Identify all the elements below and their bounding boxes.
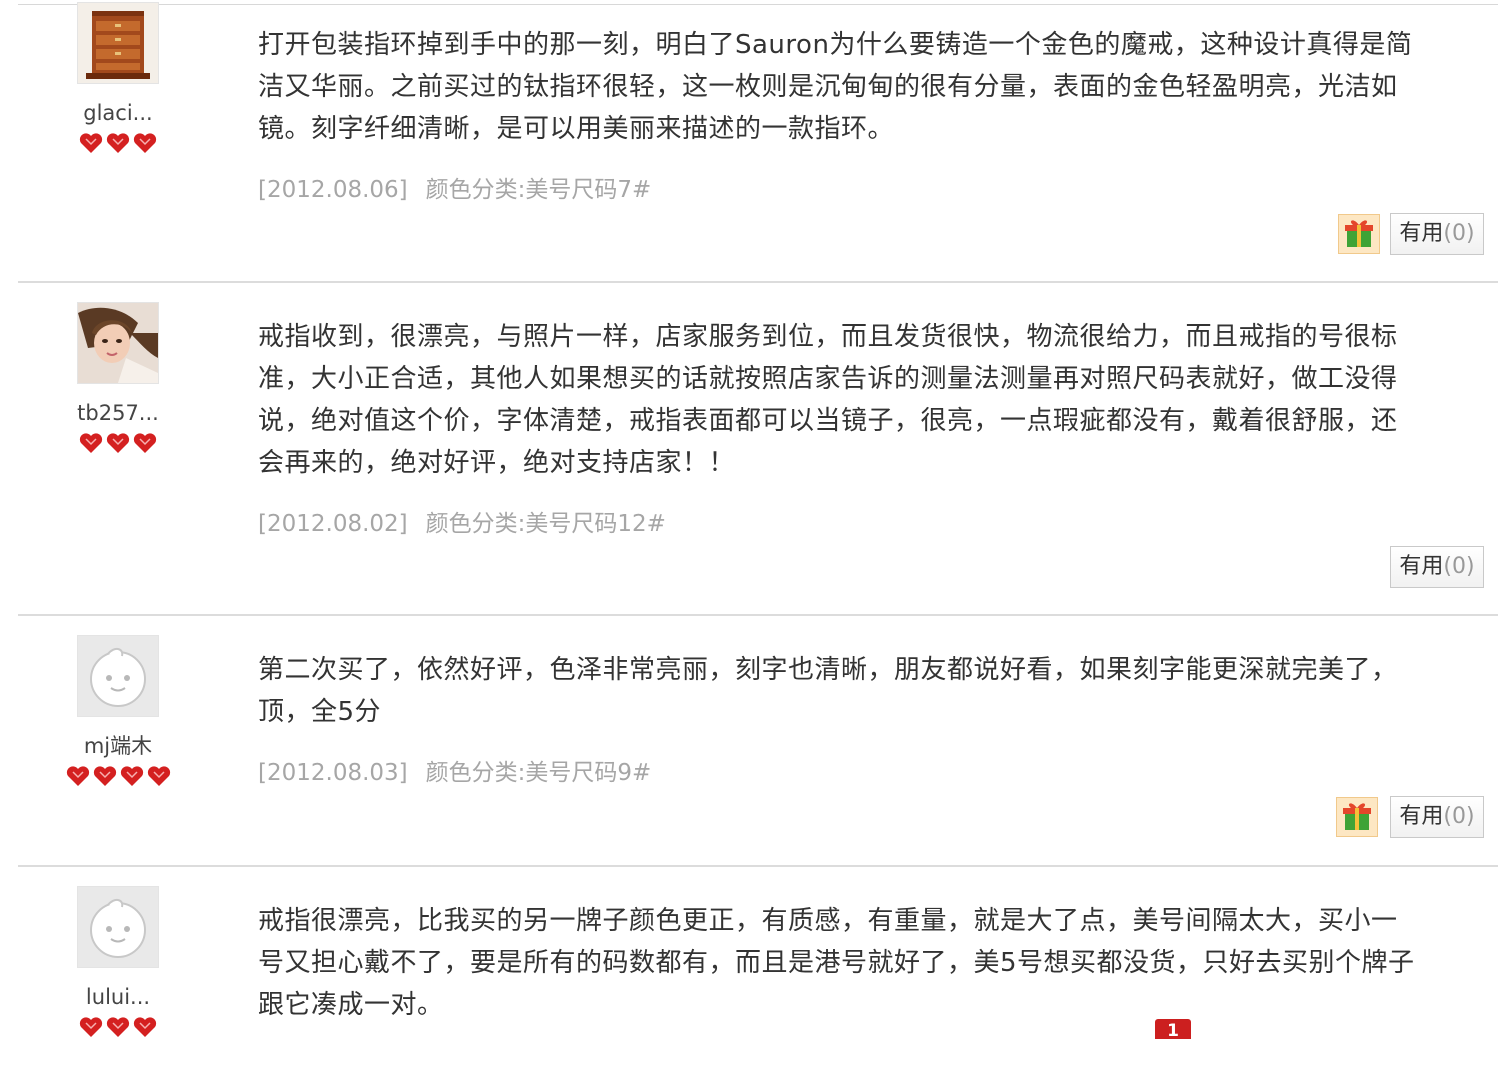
useful-button[interactable]: 有用(0) (1390, 546, 1484, 588)
sku-info: 颜色分类:美号尺码7# (425, 177, 652, 203)
useful-count: (0) (1443, 804, 1475, 829)
review-item: tb257... 戒指收到，很漂亮，与照片一样，店家服务到位，而且发货很快，物流… (18, 281, 1498, 616)
review-date: [2012.08.03] (258, 760, 408, 786)
useful-button[interactable]: 有用(0) (1390, 796, 1484, 838)
heart-icon (106, 433, 130, 453)
gift-box-icon (1345, 220, 1373, 247)
heart-icon (133, 433, 157, 453)
review-meta: [2012.08.03] 颜色分类:美号尺码9# (258, 753, 1418, 787)
gift-icon[interactable] (1338, 214, 1380, 254)
avatar[interactable] (77, 886, 159, 968)
review-text: 打开包装指环掉到手中的那一刻，明白了Sauron为什么要铸造一个金色的魔戒，这种… (258, 30, 1413, 144)
page-number-badge[interactable]: 1 (1155, 1019, 1191, 1039)
heart-icon (133, 1017, 157, 1037)
reviewer-info: tb257... (58, 302, 178, 456)
review-item: mj端木 第二次买了，依然好评，色泽非常亮丽，刻字也清晰，朋友都说好看，如果刻字… (18, 614, 1498, 867)
heart-icon (79, 133, 103, 153)
reviewer-info: mj端木 (58, 635, 178, 789)
heart-icon (79, 433, 103, 453)
useful-label: 有用 (1399, 221, 1444, 246)
reputation-hearts (58, 132, 178, 156)
reviewer-info: lului... (58, 886, 178, 1040)
review-content: 戒指很漂亮，比我买的另一牌子颜色更正，有质感，有重量，就是大了点，美号间隔太大，… (258, 900, 1418, 1026)
review-meta: [2012.08.02] 颜色分类:美号尺码12# (258, 504, 1418, 538)
default-face-avatar-icon (78, 887, 158, 967)
heart-icon (133, 133, 157, 153)
useful-count: (0) (1443, 554, 1475, 579)
username[interactable]: mj端木 (58, 735, 178, 757)
review-date: [2012.08.06] (258, 177, 408, 203)
reputation-hearts (58, 765, 178, 789)
gift-box-icon (1343, 803, 1371, 830)
avatar[interactable] (77, 302, 159, 384)
heart-icon (120, 766, 143, 786)
review-content: 打开包装指环掉到手中的那一刻，明白了Sauron为什么要铸造一个金色的魔戒，这种… (258, 24, 1418, 204)
default-face-avatar-icon (78, 636, 158, 716)
review-meta: [2012.08.06] 颜色分类:美号尺码7# (258, 170, 1418, 204)
heart-icon (66, 766, 89, 786)
review-item: glaci... 打开包装指环掉到手中的那一刻，明白了Sauron为什么要铸造一… (18, 0, 1498, 283)
review-text: 第二次买了，依然好评，色泽非常亮丽，刻字也清晰，朋友都说好看，如果刻字能更深就完… (258, 655, 1398, 727)
gift-icon[interactable] (1336, 797, 1378, 837)
heart-icon (106, 133, 130, 153)
useful-button[interactable]: 有用(0) (1390, 213, 1484, 255)
sku-info: 颜色分类:美号尺码9# (425, 760, 652, 786)
reviewer-info: glaci... (58, 2, 178, 156)
review-date: [2012.08.02] (258, 511, 408, 537)
heart-icon (106, 1017, 130, 1037)
reputation-hearts (58, 432, 178, 456)
useful-count: (0) (1443, 221, 1475, 246)
username[interactable]: tb257... (58, 402, 178, 424)
wooden-box-avatar-icon (78, 3, 158, 83)
review-content: 第二次买了，依然好评，色泽非常亮丽，刻字也清晰，朋友都说好看，如果刻字能更深就完… (258, 649, 1418, 787)
avatar[interactable] (77, 2, 159, 84)
username[interactable]: lului... (58, 986, 178, 1008)
avatar[interactable] (77, 635, 159, 717)
heart-icon (93, 766, 116, 786)
review-text: 戒指很漂亮，比我买的另一牌子颜色更正，有质感，有重量，就是大了点，美号间隔太大，… (258, 906, 1415, 1020)
review-content: 戒指收到，很漂亮，与照片一样，店家服务到位，而且发货很快，物流很给力，而且戒指的… (258, 316, 1418, 538)
heart-icon (147, 766, 170, 786)
heart-icon (79, 1017, 103, 1037)
useful-label: 有用 (1399, 804, 1444, 829)
sku-info: 颜色分类:美号尺码12# (425, 511, 666, 537)
review-text: 戒指收到，很漂亮，与照片一样，店家服务到位，而且发货很快，物流很给力，而且戒指的… (258, 322, 1398, 478)
username[interactable]: glaci... (58, 102, 178, 124)
review-item: lului... 戒指很漂亮，比我买的另一牌子颜色更正，有质感，有重量，就是大了… (18, 865, 1498, 1040)
girl-photo-avatar-icon (78, 303, 158, 383)
reputation-hearts (58, 1016, 178, 1040)
useful-label: 有用 (1399, 554, 1444, 579)
